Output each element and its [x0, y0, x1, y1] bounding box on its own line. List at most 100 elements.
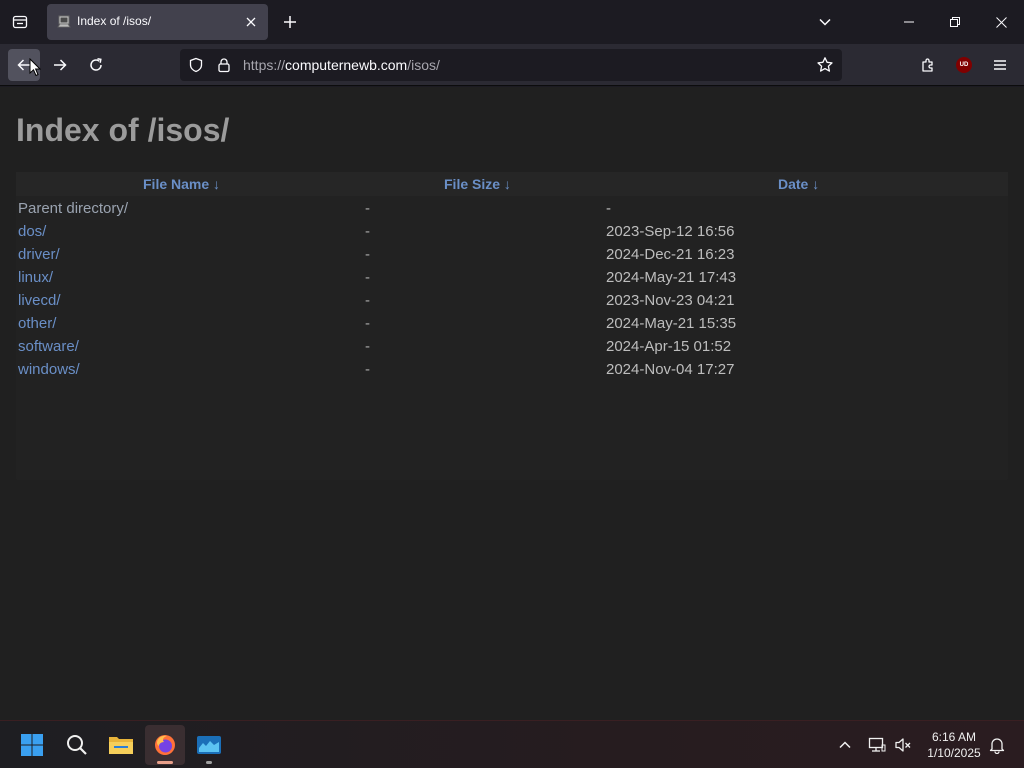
bookmark-star-icon[interactable]	[816, 56, 834, 74]
firefox-icon	[153, 733, 177, 757]
file-size: -	[365, 315, 370, 332]
puzzle-icon	[920, 57, 936, 73]
file-size: -	[365, 223, 370, 240]
firefox-view-icon	[12, 14, 28, 30]
chevron-up-icon	[838, 738, 852, 752]
taskbar: 6:16 AM 1/10/2025	[0, 720, 1024, 768]
notifications-button[interactable]	[986, 734, 1008, 756]
clock-time: 6:16 AM	[931, 730, 977, 744]
page-content: Index of /isos/ File Name ↓ File Size ↓ …	[0, 87, 1024, 720]
app-menu-button[interactable]	[986, 51, 1014, 79]
computer-favicon-icon	[56, 14, 72, 30]
table-row: livecd/ - 2023-Nov-23 04:21	[16, 289, 1008, 312]
chevron-down-icon	[818, 15, 832, 29]
ublock-origin-button[interactable]: UD	[950, 51, 978, 79]
table-row: driver/ - 2024-Dec-21 16:23	[16, 243, 1008, 266]
forward-button[interactable]	[44, 49, 76, 81]
file-size: -	[365, 292, 370, 309]
tab-title: Index of /isos/	[77, 14, 152, 28]
tab-strip: Index of /isos/	[0, 0, 1024, 44]
directory-listing-table: File Name ↓ File Size ↓ Date ↓ Parent di…	[16, 172, 1008, 480]
mouse-cursor-icon	[29, 57, 42, 82]
shield-icon[interactable]	[188, 57, 204, 73]
app-taskbar-button[interactable]	[189, 725, 229, 765]
reload-button[interactable]	[80, 49, 112, 81]
directory-link[interactable]: windows/	[18, 361, 80, 378]
file-explorer-button[interactable]	[101, 725, 141, 765]
file-date: 2023-Sep-12 16:56	[606, 223, 735, 240]
bell-icon	[988, 736, 1006, 754]
firefox-taskbar-button[interactable]	[145, 725, 185, 765]
minimize-icon	[904, 17, 914, 27]
table-row: Parent directory/ - -	[16, 197, 1008, 220]
minimize-button[interactable]	[886, 0, 932, 44]
network-icon	[868, 736, 886, 754]
file-size: -	[365, 246, 370, 263]
extensions-button[interactable]	[914, 51, 942, 79]
table-row: software/ - 2024-Apr-15 01:52	[16, 335, 1008, 358]
address-bar[interactable]: https://computernewb.com/isos/	[180, 49, 842, 81]
page-title: Index of /isos/	[16, 112, 230, 148]
directory-link[interactable]: software/	[18, 338, 79, 355]
file-size: -	[365, 361, 370, 378]
running-app-indicator	[206, 761, 212, 764]
parent-directory-link[interactable]: Parent directory/	[18, 200, 128, 217]
clock-date: 1/10/2025	[927, 746, 981, 760]
file-size: -	[365, 338, 370, 355]
directory-link[interactable]: other/	[18, 315, 56, 332]
restore-icon	[950, 17, 960, 27]
column-date[interactable]: Date ↓	[778, 176, 819, 192]
navigation-toolbar: https://computernewb.com/isos/ UD	[0, 44, 1024, 86]
close-tab-icon[interactable]	[242, 13, 260, 31]
table-row: linux/ - 2024-May-21 17:43	[16, 266, 1008, 289]
folder-icon	[108, 734, 134, 756]
tab-active[interactable]: Index of /isos/	[47, 4, 268, 40]
list-all-tabs-button[interactable]	[812, 9, 838, 35]
url-scheme: https://	[243, 57, 286, 73]
active-window-indicator	[157, 761, 173, 764]
close-icon	[995, 16, 1007, 28]
url-path: /isos/	[407, 57, 440, 73]
file-date: 2024-May-21 15:35	[606, 315, 737, 332]
file-size: -	[365, 269, 370, 286]
file-size: -	[365, 200, 370, 217]
close-window-button[interactable]	[978, 0, 1024, 44]
firefox-view-button[interactable]	[6, 8, 34, 36]
column-file-name[interactable]: File Name ↓	[143, 176, 220, 192]
network-status-button[interactable]	[866, 734, 888, 756]
hamburger-menu-icon	[993, 58, 1007, 72]
search-button[interactable]	[57, 725, 97, 765]
show-hidden-icons-button[interactable]	[834, 734, 856, 756]
file-date: 2024-Apr-15 01:52	[606, 338, 732, 355]
windows-logo-icon	[20, 733, 44, 757]
table-row: dos/ - 2023-Sep-12 16:56	[16, 220, 1008, 243]
system-clock[interactable]: 6:16 AM 1/10/2025	[918, 729, 990, 761]
directory-link[interactable]: linux/	[18, 269, 53, 286]
file-date: 2024-Dec-21 16:23	[606, 246, 735, 263]
directory-link[interactable]: dos/	[18, 223, 46, 240]
table-row: other/ - 2024-May-21 15:35	[16, 312, 1008, 335]
table-row: windows/ - 2024-Nov-04 17:27	[16, 358, 1008, 381]
url-host: computernewb.com	[285, 57, 408, 73]
plus-icon	[283, 15, 297, 29]
speaker-muted-icon	[894, 736, 912, 754]
restore-button[interactable]	[932, 0, 978, 44]
arrow-right-icon	[52, 57, 68, 73]
file-date: -	[606, 200, 611, 217]
volume-button[interactable]	[892, 734, 914, 756]
ublock-shield-icon: UD	[956, 57, 972, 73]
file-date: 2023-Nov-23 04:21	[606, 292, 735, 309]
table-header: File Name ↓ File Size ↓ Date ↓	[16, 172, 1008, 196]
new-tab-button[interactable]	[277, 9, 303, 35]
directory-link[interactable]: livecd/	[18, 292, 61, 309]
file-date: 2024-May-21 17:43	[606, 269, 737, 286]
directory-link[interactable]: driver/	[18, 246, 60, 263]
lock-icon[interactable]	[216, 57, 232, 73]
file-date: 2024-Nov-04 17:27	[606, 361, 735, 378]
search-icon	[66, 734, 88, 756]
url-text: https://computernewb.com/isos/	[243, 57, 440, 73]
start-button[interactable]	[12, 725, 52, 765]
column-file-size[interactable]: File Size ↓	[444, 176, 511, 192]
reload-icon	[88, 57, 104, 73]
app-window-icon	[196, 734, 222, 756]
